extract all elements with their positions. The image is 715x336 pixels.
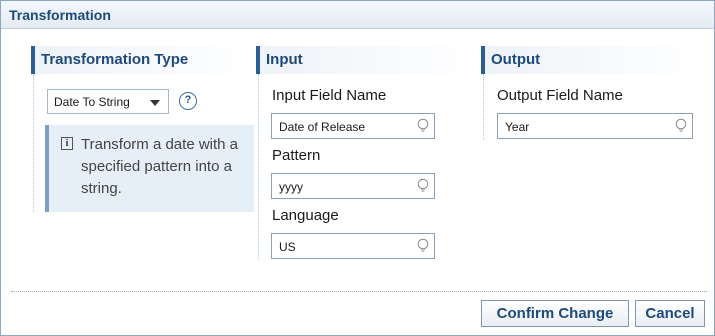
column-divider (258, 74, 259, 260)
help-icon[interactable]: ? (179, 92, 197, 110)
cancel-button[interactable]: Cancel (635, 300, 705, 327)
output-field-name-label: Output Field Name (497, 87, 623, 104)
output-field-name-value: Year (505, 120, 530, 134)
lightbulb-icon[interactable] (416, 178, 430, 195)
column-divider (33, 74, 34, 212)
transformation-description: i Transform a date with a specified patt… (45, 125, 254, 212)
input-field-name-value: Date of Release (279, 120, 366, 134)
input-field-name-label: Input Field Name (272, 87, 387, 104)
language-label: Language (272, 207, 339, 224)
column-divider (483, 74, 484, 140)
footer-divider (11, 291, 707, 292)
transformation-type-header: Transformation Type (31, 46, 253, 74)
dialog-title: Transformation (9, 7, 111, 23)
lightbulb-icon[interactable] (416, 238, 430, 255)
transformation-description-text: Transform a date with a specified patter… (81, 136, 239, 197)
transformation-dialog: Transformation Transformation Type Date … (0, 0, 715, 336)
lightbulb-icon[interactable] (416, 118, 430, 135)
dialog-titlebar: Transformation (1, 1, 714, 29)
input-header: Input (256, 46, 478, 74)
pattern-label: Pattern (272, 147, 321, 164)
transformation-type-title: Transformation Type (41, 51, 189, 68)
lightbulb-icon[interactable] (674, 118, 688, 135)
transformation-type-value: Date To String (54, 95, 130, 109)
output-field-name-input[interactable]: Year (497, 113, 693, 139)
input-title: Input (266, 51, 303, 68)
input-field-name-input[interactable]: Date of Release (271, 113, 435, 139)
info-icon: i (61, 137, 73, 150)
chevron-down-icon (150, 100, 160, 106)
language-value: US (279, 240, 296, 254)
pattern-value: yyyy (279, 180, 303, 194)
language-input[interactable]: US (271, 233, 435, 259)
transformation-type-select[interactable]: Date To String (47, 89, 169, 114)
confirm-change-button[interactable]: Confirm Change (481, 300, 629, 327)
output-title: Output (491, 51, 541, 68)
pattern-input[interactable]: yyyy (271, 173, 435, 199)
output-header: Output (481, 46, 705, 74)
